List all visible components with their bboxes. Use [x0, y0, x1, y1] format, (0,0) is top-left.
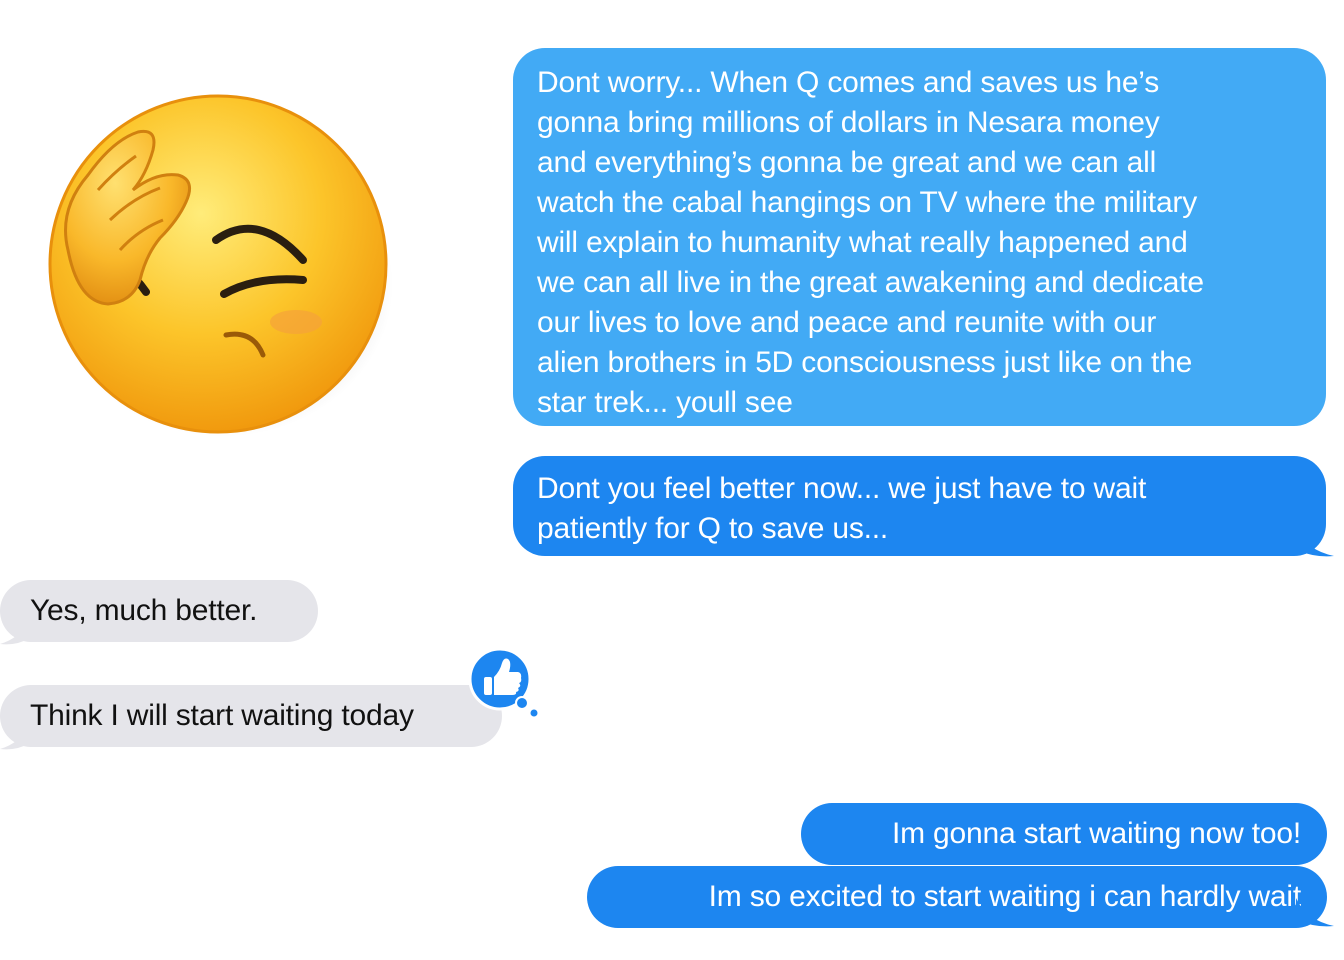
- facepalm-emoji-icon: [48, 94, 393, 437]
- bubble-tail-icon: [1296, 528, 1334, 557]
- bubble-tail-icon: [0, 725, 30, 750]
- sent-message-bubble[interactable]: Dont you feel better now... we just have…: [513, 456, 1326, 556]
- sent-message-bubble[interactable]: Im gonna start waiting now too!: [801, 803, 1327, 865]
- sent-message-bubble[interactable]: Im so excited to start waiting i can har…: [587, 866, 1327, 928]
- sent-message-bubble[interactable]: Dont worry... When Q comes and saves us …: [513, 48, 1326, 426]
- received-message-bubble[interactable]: Yes, much better.: [0, 580, 318, 642]
- bubble-tail-icon: [1296, 898, 1334, 927]
- received-message-bubble[interactable]: Think I will start waiting today: [0, 685, 502, 747]
- thumbs-up-icon[interactable]: [466, 645, 546, 725]
- bubble-tail-icon: [0, 620, 30, 645]
